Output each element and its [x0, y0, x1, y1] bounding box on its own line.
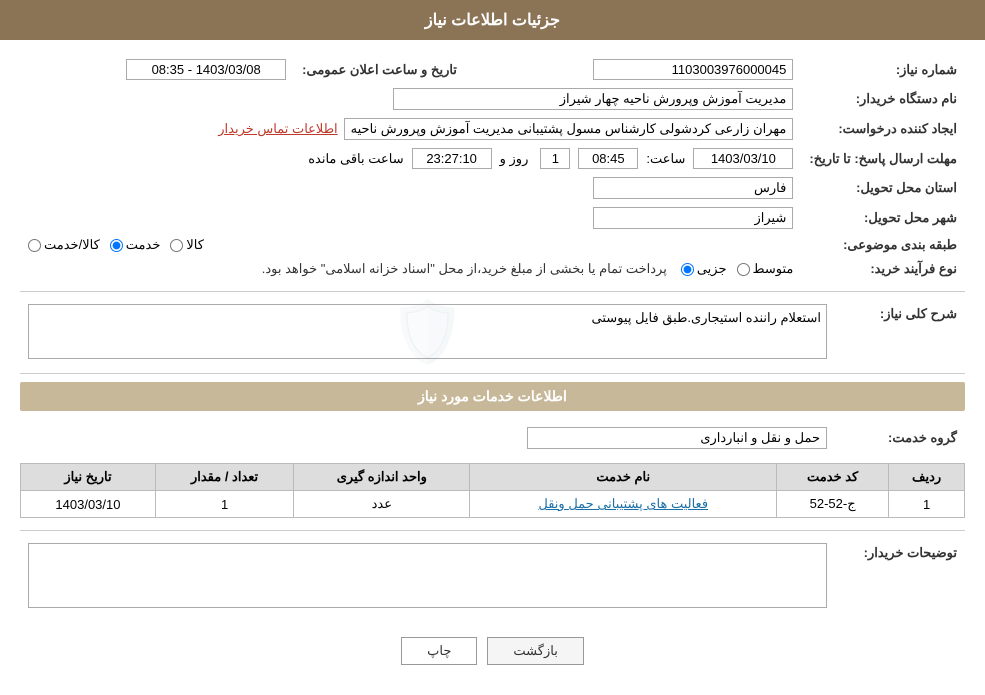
purchase-type-small-label: جزیی — [697, 261, 727, 277]
buyer-description-container — [28, 543, 827, 608]
delivery-province-value: فارس — [593, 177, 793, 199]
need-description-table: شرح کلی نیاز: 🛡️ استعلام راننده استیجاری… — [20, 300, 965, 363]
creator-label: ایجاد کننده درخواست: — [801, 114, 965, 144]
need-description-label: شرح کلی نیاز: — [835, 300, 965, 363]
purchase-type-option-small[interactable]: جزیی — [681, 261, 727, 277]
category-label: طبقه بندی موضوعی: — [801, 233, 965, 257]
row-creator: ایجاد کننده درخواست: مهران زارعی کردشولی… — [20, 114, 965, 144]
row-need-number: شماره نیاز: 1103003976000045 تاریخ و ساع… — [20, 55, 965, 84]
category-option-goods-label: کالا — [186, 237, 204, 253]
need-info-table: شماره نیاز: 1103003976000045 تاریخ و ساع… — [20, 55, 965, 281]
header-title: جزئیات اطلاعات نیاز — [425, 12, 560, 29]
category-radio-group: کالا/خدمت خدمت کالا — [28, 237, 793, 253]
response-time-value: 08:45 — [578, 148, 638, 169]
response-deadline-label: مهلت ارسال پاسخ: تا تاریخ: — [801, 144, 965, 173]
purchase-type-note: پرداخت تمام یا بخشی از مبلغ خرید،از محل … — [262, 261, 667, 277]
delivery-province-label: استان محل تحویل: — [801, 173, 965, 203]
category-option-goods-services-label: کالا/خدمت — [44, 237, 100, 253]
announcement-datetime-value: 1403/03/08 - 08:35 — [126, 59, 286, 80]
row-response-deadline: مهلت ارسال پاسخ: تا تاریخ: 1403/03/10 سا… — [20, 144, 965, 173]
category-option-service-label: خدمت — [126, 237, 161, 253]
category-option-goods-services[interactable]: کالا/خدمت — [28, 237, 100, 253]
need-description-container: 🛡️ استعلام راننده استیجاری.طبق فایل پیوس… — [28, 304, 827, 359]
services-table: ردیف کد خدمت نام خدمت واحد اندازه گیری ت… — [20, 463, 965, 518]
watermark: 🛡️ — [390, 296, 465, 367]
purchase-type-option-medium[interactable]: متوسط — [737, 261, 794, 277]
cell-quantity: 1 — [155, 491, 293, 518]
col-row-num: ردیف — [889, 464, 965, 491]
category-radio-service[interactable] — [110, 239, 123, 252]
delivery-city-value: شیراز — [593, 207, 793, 229]
response-remaining-label: ساعت باقی مانده — [308, 151, 403, 167]
need-description-value: استعلام راننده استیجاری.طبق فایل پیوستی — [592, 310, 821, 325]
service-group-value: حمل و نقل و انبارداری — [527, 427, 827, 449]
need-number-value: 1103003976000045 — [593, 59, 793, 80]
row-buyer-description: توضیحات خریدار: — [20, 539, 965, 612]
col-service-code: کد خدمت — [777, 464, 889, 491]
row-need-description: شرح کلی نیاز: 🛡️ استعلام راننده استیجاری… — [20, 300, 965, 363]
purchase-type-radio-group: متوسط جزیی — [681, 261, 794, 277]
announcement-datetime-label: تاریخ و ساعت اعلان عمومی: — [294, 55, 465, 84]
buyer-description-table: توضیحات خریدار: — [20, 539, 965, 612]
purchase-type-medium-label: متوسط — [753, 261, 794, 277]
buyer-org-value: مدیریت آموزش وپرورش ناحیه چهار شیراز — [393, 88, 793, 110]
response-days-label: روز و — [500, 151, 529, 167]
divider-2 — [20, 373, 965, 374]
cell-row-num: 1 — [889, 491, 965, 518]
footer-buttons: بازگشت چاپ — [20, 622, 965, 680]
need-number-label: شماره نیاز: — [801, 55, 965, 84]
cell-service-code: ج-52-52 — [777, 491, 889, 518]
category-radio-goods[interactable] — [170, 239, 183, 252]
buyer-description-label: توضیحات خریدار: — [835, 539, 965, 612]
table-row: 1 ج-52-52 فعالیت های پشتیبانی حمل ونقل ع… — [21, 491, 965, 518]
service-group-table: گروه خدمت: حمل و نقل و انبارداری — [20, 423, 965, 453]
row-purchase-type: نوع فرآیند خرید: متوسط جزیی — [20, 257, 965, 281]
divider-3 — [20, 530, 965, 531]
print-button[interactable]: چاپ — [401, 637, 477, 665]
category-radio-goods-services[interactable] — [28, 239, 41, 252]
delivery-city-label: شهر محل تحویل: — [801, 203, 965, 233]
purchase-type-radio-medium[interactable] — [737, 263, 750, 276]
row-buyer-org: نام دستگاه خریدار: مدیریت آموزش وپرورش ن… — [20, 84, 965, 114]
row-delivery-province: استان محل تحویل: فارس — [20, 173, 965, 203]
row-delivery-city: شهر محل تحویل: شیراز — [20, 203, 965, 233]
response-remaining-value: 23:27:10 — [412, 148, 492, 169]
back-button[interactable]: بازگشت — [487, 637, 583, 665]
row-service-group: گروه خدمت: حمل و نقل و انبارداری — [20, 423, 965, 453]
col-service-name: نام خدمت — [470, 464, 777, 491]
response-date-value: 1403/03/10 — [693, 148, 793, 169]
cell-date: 1403/03/10 — [21, 491, 156, 518]
response-time-label: ساعت: — [646, 151, 685, 167]
purchase-type-label: نوع فرآیند خرید: — [801, 257, 965, 281]
col-unit: واحد اندازه گیری — [294, 464, 470, 491]
col-date: تاریخ نیاز — [21, 464, 156, 491]
cell-service-name[interactable]: فعالیت های پشتیبانی حمل ونقل — [470, 491, 777, 518]
services-section-title: اطلاعات خدمات مورد نیاز — [20, 382, 965, 411]
buyer-org-label: نام دستگاه خریدار: — [801, 84, 965, 114]
services-table-header: ردیف کد خدمت نام خدمت واحد اندازه گیری ت… — [21, 464, 965, 491]
purchase-type-radio-small[interactable] — [681, 263, 694, 276]
main-content: شماره نیاز: 1103003976000045 تاریخ و ساع… — [0, 40, 985, 695]
category-option-goods[interactable]: کالا — [170, 237, 204, 253]
page-header: جزئیات اطلاعات نیاز — [0, 0, 985, 40]
service-group-label: گروه خدمت: — [835, 423, 965, 453]
col-quantity: تعداد / مقدار — [155, 464, 293, 491]
page-wrapper: جزئیات اطلاعات نیاز شماره نیاز: 11030039… — [0, 0, 985, 695]
cell-unit: عدد — [294, 491, 470, 518]
creator-value: مهران زارعی کردشولی کارشناس مسول پشتیبان… — [344, 118, 794, 140]
divider-1 — [20, 291, 965, 292]
category-option-service[interactable]: خدمت — [110, 237, 161, 253]
response-days-value: 1 — [540, 148, 570, 169]
creator-contact-link[interactable]: اطلاعات تماس خریدار — [218, 121, 337, 137]
row-category: طبقه بندی موضوعی: کالا/خدمت خدمت — [20, 233, 965, 257]
